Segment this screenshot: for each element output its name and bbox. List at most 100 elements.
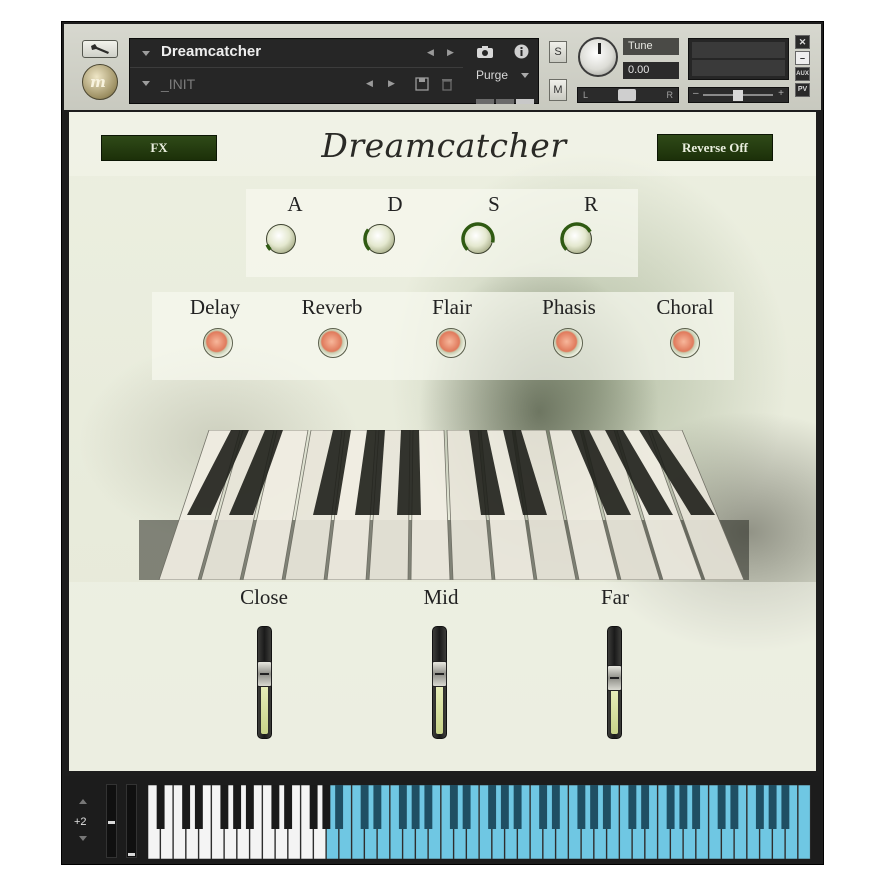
volume-handle[interactable]: [733, 90, 743, 101]
instrument-panel: FX Dreamcatcher Reverse Off A D S R Dela…: [69, 112, 816, 771]
choral-label: Choral: [656, 295, 714, 319]
reverb-knob[interactable]: [318, 328, 348, 358]
black-key[interactable]: [220, 785, 229, 829]
black-key[interactable]: [309, 785, 318, 829]
black-key[interactable]: [194, 785, 203, 829]
info-icon[interactable]: [514, 44, 529, 59]
prev-preset-icon[interactable]: ◀: [366, 78, 373, 89]
level-meter: [688, 38, 789, 80]
pan-handle[interactable]: [618, 89, 636, 101]
next-preset-icon[interactable]: ▶: [388, 78, 395, 89]
white-key[interactable]: [797, 785, 811, 859]
preset-row[interactable]: _INIT ◀ ▶: [130, 68, 463, 103]
save-icon[interactable]: [415, 77, 429, 91]
solo-button[interactable]: S: [549, 41, 567, 63]
purge-menu[interactable]: Purge: [476, 68, 508, 82]
library-logo[interactable]: m: [82, 64, 118, 100]
black-key[interactable]: [781, 785, 790, 829]
octave-up-icon[interactable]: [79, 799, 87, 804]
black-key[interactable]: [692, 785, 701, 829]
mute-button[interactable]: M: [549, 79, 567, 101]
purge-dropdown-icon[interactable]: [521, 73, 529, 78]
black-key[interactable]: [398, 785, 407, 829]
black-key[interactable]: [411, 785, 420, 829]
black-key[interactable]: [462, 785, 471, 829]
black-key[interactable]: [233, 785, 242, 829]
volume-slider[interactable]: – +: [688, 87, 789, 103]
black-key[interactable]: [156, 785, 165, 829]
instrument-name-row[interactable]: Dreamcatcher ◀ ▶: [130, 39, 463, 68]
black-key[interactable]: [182, 785, 191, 829]
close-fader-handle[interactable]: [257, 661, 272, 687]
mod-wheel[interactable]: [126, 784, 137, 858]
octave-down-icon[interactable]: [79, 836, 87, 841]
prev-instrument-icon[interactable]: ◀: [427, 47, 434, 58]
aux-button[interactable]: AUX: [795, 67, 810, 81]
page-title: Dreamcatcher: [321, 126, 567, 165]
black-key[interactable]: [335, 785, 344, 829]
flair-knob[interactable]: [436, 328, 466, 358]
pan-left-label: L: [583, 90, 589, 100]
art-black-key: [397, 430, 421, 515]
mid-fader-handle[interactable]: [432, 661, 447, 687]
black-key[interactable]: [577, 785, 586, 829]
delay-label: Delay: [189, 295, 241, 319]
instrument-name: Dreamcatcher: [161, 43, 262, 60]
black-key[interactable]: [271, 785, 280, 829]
black-key[interactable]: [513, 785, 522, 829]
black-key[interactable]: [679, 785, 688, 829]
far-mic-label: Far: [601, 585, 629, 609]
black-key[interactable]: [602, 785, 611, 829]
black-key[interactable]: [551, 785, 560, 829]
black-key[interactable]: [666, 785, 675, 829]
black-key[interactable]: [768, 785, 777, 829]
camera-icon[interactable]: [476, 45, 494, 59]
delete-icon[interactable]: [440, 77, 454, 91]
black-key[interactable]: [730, 785, 739, 829]
minimize-button[interactable]: –: [795, 51, 810, 65]
pitch-wheel[interactable]: [106, 784, 117, 858]
pv-button[interactable]: PV: [795, 83, 810, 97]
phasis-knob[interactable]: [553, 328, 583, 358]
dropdown-icon[interactable]: [142, 51, 150, 56]
edit-wrench-button[interactable]: [82, 40, 118, 58]
fx-button[interactable]: FX: [101, 135, 217, 161]
phasis-label: Phasis: [542, 295, 596, 319]
next-instrument-icon[interactable]: ▶: [447, 47, 454, 58]
release-knob-value-ring: [560, 222, 592, 251]
black-key[interactable]: [500, 785, 509, 829]
black-key[interactable]: [590, 785, 599, 829]
preset-dropdown-icon[interactable]: [142, 81, 150, 86]
black-key[interactable]: [488, 785, 497, 829]
tune-knob[interactable]: [578, 37, 618, 77]
choral-knob[interactable]: [670, 328, 700, 358]
black-key[interactable]: [539, 785, 548, 829]
close-button[interactable]: ✕: [795, 35, 810, 49]
black-key[interactable]: [717, 785, 726, 829]
black-key[interactable]: [322, 785, 331, 829]
black-key[interactable]: [373, 785, 382, 829]
flair-label: Flair: [432, 295, 472, 319]
far-fader-handle[interactable]: [607, 665, 622, 691]
piano-keyboard[interactable]: [148, 785, 811, 859]
pan-slider[interactable]: L R: [577, 87, 679, 103]
attack-knob-value-ring: [265, 244, 272, 251]
black-key[interactable]: [360, 785, 369, 829]
decay-knob-value-ring: [363, 228, 371, 251]
decay-label: D: [387, 192, 403, 216]
black-key[interactable]: [755, 785, 764, 829]
octave-shift-value: +2: [74, 816, 87, 828]
reverb-label: Reverb: [301, 295, 363, 319]
black-key[interactable]: [628, 785, 637, 829]
reverse-button[interactable]: Reverse Off: [657, 134, 773, 161]
black-key[interactable]: [641, 785, 650, 829]
tune-value[interactable]: 0.00: [623, 62, 679, 79]
sustain-knob-value-ring: [461, 222, 495, 251]
logo-mark: m: [90, 73, 106, 91]
black-key[interactable]: [284, 785, 293, 829]
black-key[interactable]: [245, 785, 254, 829]
black-key[interactable]: [424, 785, 433, 829]
delay-knob[interactable]: [203, 328, 233, 358]
black-key[interactable]: [449, 785, 458, 829]
sustain-label: S: [488, 192, 500, 216]
